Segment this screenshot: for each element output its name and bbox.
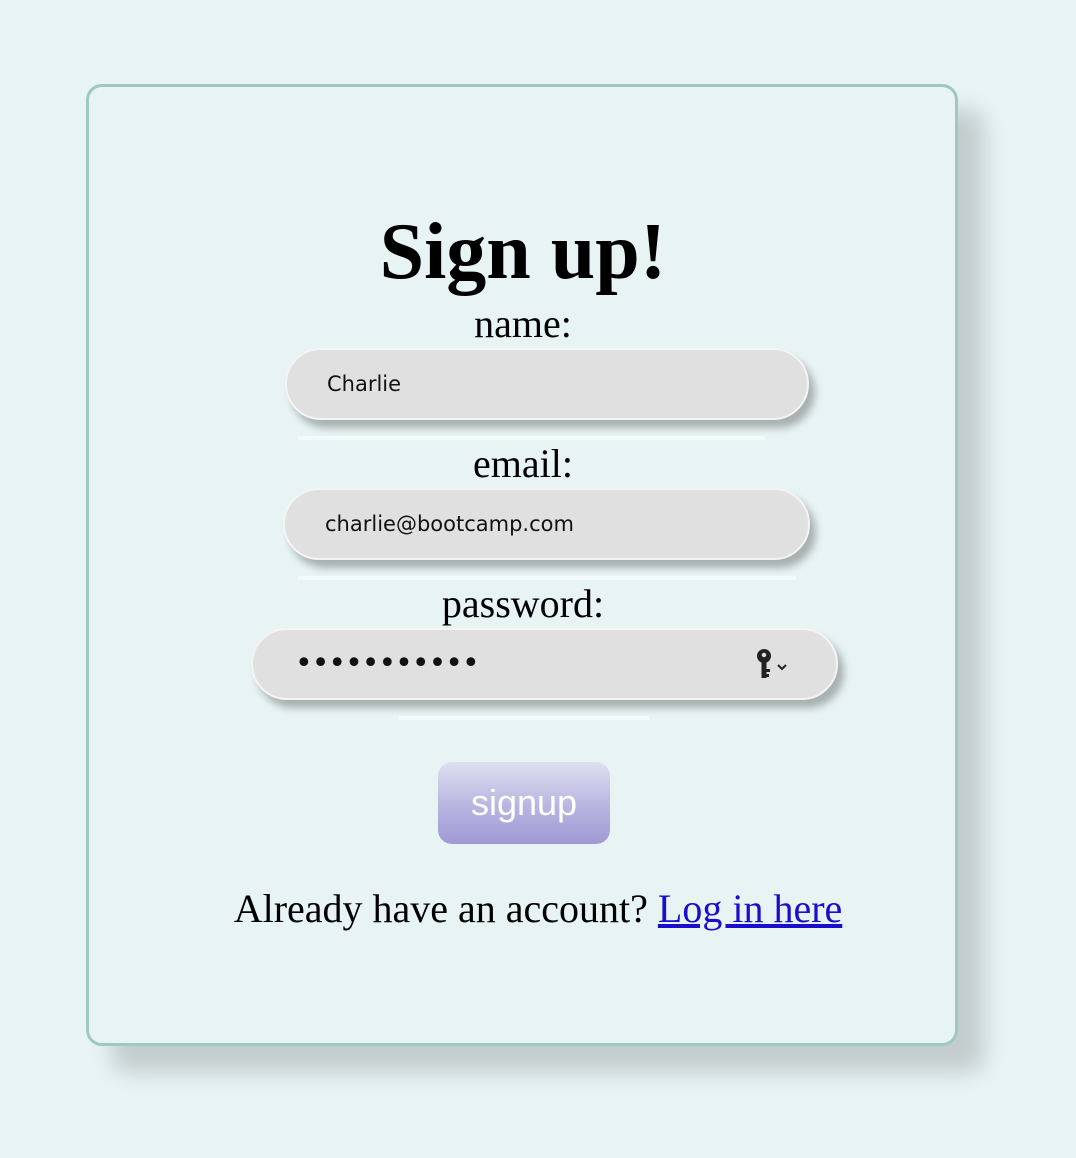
password-label: password: [441, 581, 605, 626]
name-input[interactable] [285, 348, 809, 420]
password-field-underline [398, 716, 649, 720]
email-label: email: [473, 441, 573, 486]
login-prompt-text: Already have an account? [233, 886, 648, 931]
name-field-underline [298, 436, 765, 440]
password-input[interactable]: ••••••••••• [251, 628, 838, 700]
chevron-down-icon [777, 664, 787, 671]
login-prompt: Already have an account? Log in here [0, 884, 1076, 934]
signup-button[interactable]: signup [438, 762, 610, 844]
page-title: Sign up! [379, 208, 667, 296]
email-input[interactable] [283, 488, 810, 560]
email-field-underline [298, 576, 796, 580]
password-mask: ••••••••••• [295, 646, 480, 681]
key-icon[interactable] [754, 648, 790, 682]
name-label: name: [474, 301, 572, 346]
login-link[interactable]: Log in here [658, 886, 842, 931]
